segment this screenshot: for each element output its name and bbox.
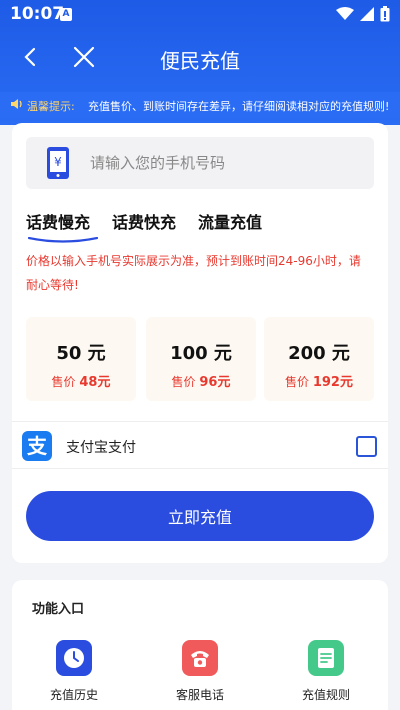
- phone-input[interactable]: [90, 150, 350, 176]
- tab-data-recharge[interactable]: 流量充值: [198, 209, 262, 233]
- function-title: 功能入口: [32, 602, 85, 617]
- phone-field[interactable]: ¥: [26, 137, 374, 189]
- status-icons: [336, 6, 390, 22]
- document-icon: [308, 640, 344, 676]
- battery-icon: [380, 6, 390, 22]
- product-list: 50 元 售价 48元 100 元 售价 96元 200 元 售价 192元: [26, 317, 376, 401]
- signal-icon: [360, 7, 374, 21]
- wifi-icon: [336, 7, 354, 20]
- product-option[interactable]: 50 元 售价 48元: [26, 317, 136, 401]
- tab-fast-recharge[interactable]: 话费快充: [112, 209, 176, 233]
- function-service-phone[interactable]: 客服电话: [155, 640, 245, 703]
- clock-icon: [56, 640, 92, 676]
- phone-yen-icon: ¥: [47, 147, 69, 179]
- notification-badge-icon: A: [60, 8, 72, 21]
- page-title: 便民充值: [160, 49, 240, 73]
- status-time: 10:07: [10, 4, 65, 24]
- recharge-button[interactable]: 立即充值: [26, 491, 374, 541]
- product-option[interactable]: 200 元 售价 192元: [264, 317, 374, 401]
- function-history[interactable]: 充值历史: [29, 640, 119, 703]
- notice-bar: 温馨提示: 充值售价、到账时间存在差异，请仔细阅读相对应的充值规则!: [0, 92, 400, 118]
- phone-icon: [182, 640, 218, 676]
- product-price: 售价 48元: [51, 375, 111, 390]
- tab-active-indicator: [28, 237, 98, 243]
- product-face-value: 200 元: [288, 343, 350, 364]
- status-bar: 10:07 A: [0, 0, 400, 30]
- notice-text: 充值售价、到账时间存在差异，请仔细阅读相对应的充值规则!: [88, 100, 390, 113]
- price-tip: 价格以输入手机号实际展示为准，预计到账时间24-96小时，请耐心等待!: [26, 254, 361, 292]
- payment-label: 支付宝支付: [66, 440, 136, 456]
- product-face-value: 100 元: [170, 343, 232, 364]
- nav-bar: 便民充值: [0, 35, 400, 79]
- product-price: 售价 192元: [285, 375, 353, 390]
- header: 10:07 A 便民充值 温馨提示: 充值售价、到账时间存在差异，请仔细阅读相对…: [0, 0, 400, 125]
- svg-text:¥: ¥: [54, 155, 62, 169]
- alipay-icon: 支: [22, 431, 52, 461]
- function-label: 客服电话: [175, 688, 224, 702]
- notice-label: 温馨提示:: [27, 100, 75, 113]
- product-option[interactable]: 100 元 售价 96元: [146, 317, 256, 401]
- tab-slow-recharge[interactable]: 话费慢充: [26, 209, 90, 233]
- function-card: 功能入口 充值历史 客服电话 充值规则: [12, 580, 388, 710]
- function-rules[interactable]: 充值规则: [281, 640, 371, 703]
- product-face-value: 50 元: [56, 343, 106, 364]
- payment-method-row[interactable]: 支 支付宝支付: [12, 421, 388, 469]
- speaker-icon: [11, 99, 22, 109]
- recharge-card: ¥ 话费慢充 话费快充 流量充值 价格以输入手机号实际展示为准，预计到账时间24…: [12, 123, 388, 563]
- function-label: 充值规则: [301, 688, 350, 702]
- payment-checkbox[interactable]: [356, 436, 377, 457]
- function-label: 充值历史: [49, 688, 98, 702]
- product-price: 售价 96元: [171, 375, 231, 390]
